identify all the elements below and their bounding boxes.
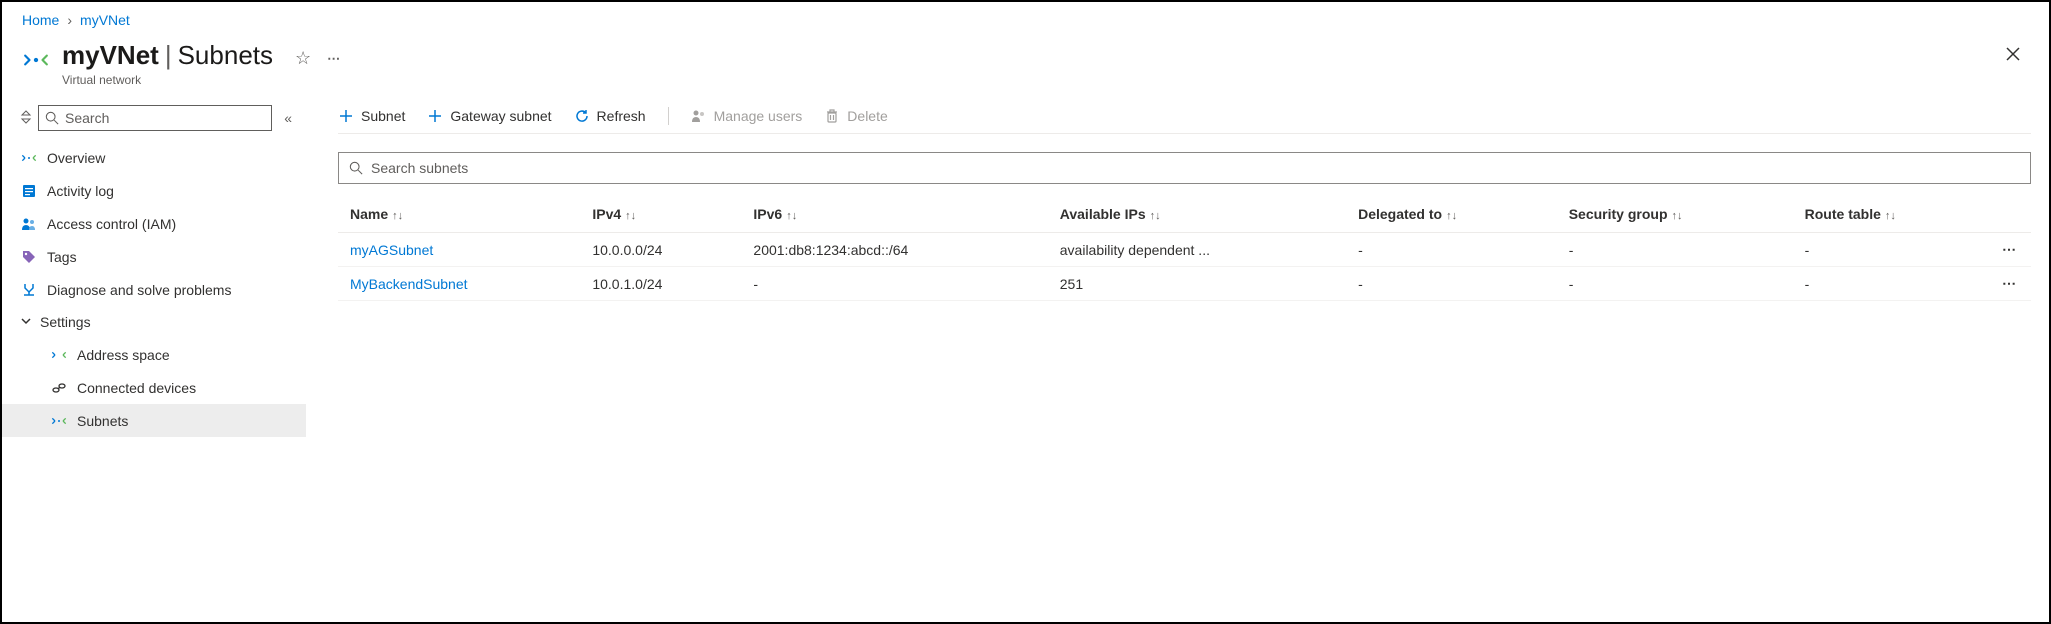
- cell-ipv6: 2001:db8:1234:abcd::/64: [741, 233, 1047, 267]
- sidebar-item-tags[interactable]: Tags: [2, 240, 306, 273]
- row-more-icon[interactable]: ⋯: [1990, 267, 2031, 301]
- column-header-delegated[interactable]: Delegated to↑↓: [1346, 198, 1557, 233]
- breadcrumb: Home › myVNet: [2, 2, 2049, 32]
- sidebar-item-access-control[interactable]: Access control (IAM): [2, 207, 306, 240]
- toolbar-separator: [668, 107, 669, 125]
- users-icon: [691, 108, 707, 124]
- cell-ipv4: 10.0.1.0/24: [580, 267, 741, 301]
- toolbar: Subnet Gateway subnet Refresh Manage use: [338, 101, 2031, 134]
- search-subnets-input[interactable]: Search subnets: [338, 152, 2031, 184]
- delete-button: Delete: [824, 108, 887, 124]
- access-control-icon: [20, 215, 37, 232]
- column-header-security[interactable]: Security group↑↓: [1557, 198, 1793, 233]
- overview-icon: [20, 149, 37, 166]
- cell-delegated: -: [1346, 267, 1557, 301]
- cell-security: -: [1557, 267, 1793, 301]
- cell-ipv6: -: [741, 267, 1047, 301]
- subnet-name-link[interactable]: myAGSubnet: [350, 242, 433, 258]
- delete-icon: [824, 108, 840, 124]
- page-header: myVNet | Subnets Virtual network ☆ ⋯: [2, 32, 2049, 101]
- breadcrumb-separator: ›: [67, 12, 72, 28]
- column-header-available[interactable]: Available IPs↑↓: [1048, 198, 1346, 233]
- manage-users-button: Manage users: [691, 108, 803, 124]
- cell-route: -: [1793, 233, 1990, 267]
- sort-toggle-icon[interactable]: [20, 110, 32, 127]
- subnet-name-link[interactable]: MyBackendSubnet: [350, 276, 468, 292]
- breadcrumb-current[interactable]: myVNet: [80, 12, 130, 28]
- cell-route: -: [1793, 267, 1990, 301]
- sidebar: Search « Overview Activity log Access co…: [2, 101, 306, 621]
- cell-delegated: -: [1346, 233, 1557, 267]
- activity-log-icon: [20, 182, 37, 199]
- add-subnet-button[interactable]: Subnet: [338, 108, 405, 124]
- sidebar-item-diagnose[interactable]: Diagnose and solve problems: [2, 273, 306, 306]
- refresh-button[interactable]: Refresh: [574, 108, 646, 124]
- column-header-route[interactable]: Route table↑↓: [1793, 198, 1990, 233]
- breadcrumb-home[interactable]: Home: [22, 12, 59, 28]
- sidebar-search-input[interactable]: Search: [38, 105, 272, 131]
- page-title: myVNet | Subnets: [62, 40, 273, 71]
- refresh-icon: [574, 108, 590, 124]
- page-subtitle: Virtual network: [62, 73, 273, 87]
- collapse-sidebar-icon[interactable]: «: [278, 110, 298, 126]
- main-content: Subnet Gateway subnet Refresh Manage use: [306, 101, 2049, 621]
- table-row[interactable]: myAGSubnet 10.0.0.0/24 2001:db8:1234:abc…: [338, 233, 2031, 267]
- cell-available: availability dependent ...: [1048, 233, 1346, 267]
- vnet-icon: [22, 46, 50, 74]
- address-space-icon: [50, 346, 67, 363]
- table-row[interactable]: MyBackendSubnet 10.0.1.0/24 - 251 - - - …: [338, 267, 2031, 301]
- connected-devices-icon: [50, 379, 67, 396]
- subnets-table: Name↑↓ IPv4↑↓ IPv6↑↓ Available IPs↑↓ Del…: [338, 198, 2031, 301]
- column-header-ipv4[interactable]: IPv4↑↓: [580, 198, 741, 233]
- subnets-icon: [50, 412, 67, 429]
- sidebar-group-settings[interactable]: Settings: [2, 306, 306, 338]
- plus-icon: [338, 108, 354, 124]
- sidebar-item-overview[interactable]: Overview: [2, 141, 306, 174]
- column-header-ipv6[interactable]: IPv6↑↓: [741, 198, 1047, 233]
- search-icon: [45, 111, 59, 125]
- sidebar-item-activity-log[interactable]: Activity log: [2, 174, 306, 207]
- sidebar-item-subnets[interactable]: Subnets: [2, 404, 306, 437]
- column-header-name[interactable]: Name↑↓: [338, 198, 580, 233]
- more-actions-icon[interactable]: ⋯: [327, 51, 342, 67]
- row-more-icon[interactable]: ⋯: [1990, 233, 2031, 267]
- favorite-star-icon[interactable]: ☆: [295, 48, 311, 69]
- tags-icon: [20, 248, 37, 265]
- sidebar-item-connected-devices[interactable]: Connected devices: [2, 371, 306, 404]
- search-icon: [349, 161, 363, 175]
- add-gateway-subnet-button[interactable]: Gateway subnet: [427, 108, 551, 124]
- chevron-down-icon: [20, 314, 32, 330]
- cell-available: 251: [1048, 267, 1346, 301]
- cell-ipv4: 10.0.0.0/24: [580, 233, 741, 267]
- cell-security: -: [1557, 233, 1793, 267]
- close-icon[interactable]: [1997, 42, 2029, 71]
- plus-icon: [427, 108, 443, 124]
- diagnose-icon: [20, 281, 37, 298]
- sidebar-item-address-space[interactable]: Address space: [2, 338, 306, 371]
